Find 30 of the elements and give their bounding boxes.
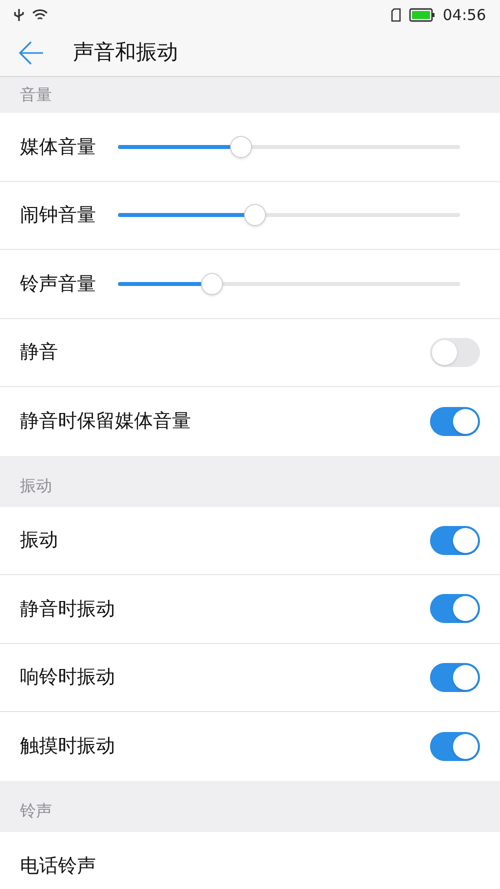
toggle-switch[interactable] [430, 662, 480, 692]
toggle-switch[interactable] [430, 338, 480, 367]
section-header: 铃声 [20, 800, 52, 822]
toggle-switch[interactable] [430, 406, 480, 436]
setting-label: 铃声音量 [20, 272, 97, 296]
toggle-switch[interactable] [430, 526, 480, 555]
slider-thumb[interactable] [244, 204, 266, 226]
setting-label: 触摸时振动 [20, 734, 115, 759]
page-title: 声音和振动 [73, 39, 178, 66]
back-button[interactable] [18, 40, 44, 66]
setting-label: 电话铃声 [20, 854, 96, 878]
slider-thumb[interactable] [230, 136, 252, 158]
toggle-switch[interactable] [430, 732, 480, 761]
setting-label: 振动 [20, 528, 58, 553]
wifi-icon [32, 9, 48, 21]
toggle-switch[interactable] [430, 594, 480, 624]
setting-label: 闹钟音量 [20, 203, 97, 228]
setting-label: 静音 [20, 340, 58, 365]
status-time: 04:56 [442, 4, 486, 26]
slider-thumb[interactable] [201, 272, 224, 295]
setting-label: 静音时振动 [20, 596, 115, 622]
back-arrow-icon [18, 41, 44, 65]
sim-card-icon [390, 8, 401, 22]
setting-label: 响铃时振动 [20, 665, 115, 690]
setting-label: 静音时保留媒体音量 [20, 409, 191, 434]
usb-icon [14, 8, 24, 22]
section-header: 音量 [20, 84, 52, 106]
battery-icon [408, 8, 435, 22]
setting-label: 媒体音量 [20, 134, 97, 160]
section-header: 振动 [20, 474, 52, 496]
